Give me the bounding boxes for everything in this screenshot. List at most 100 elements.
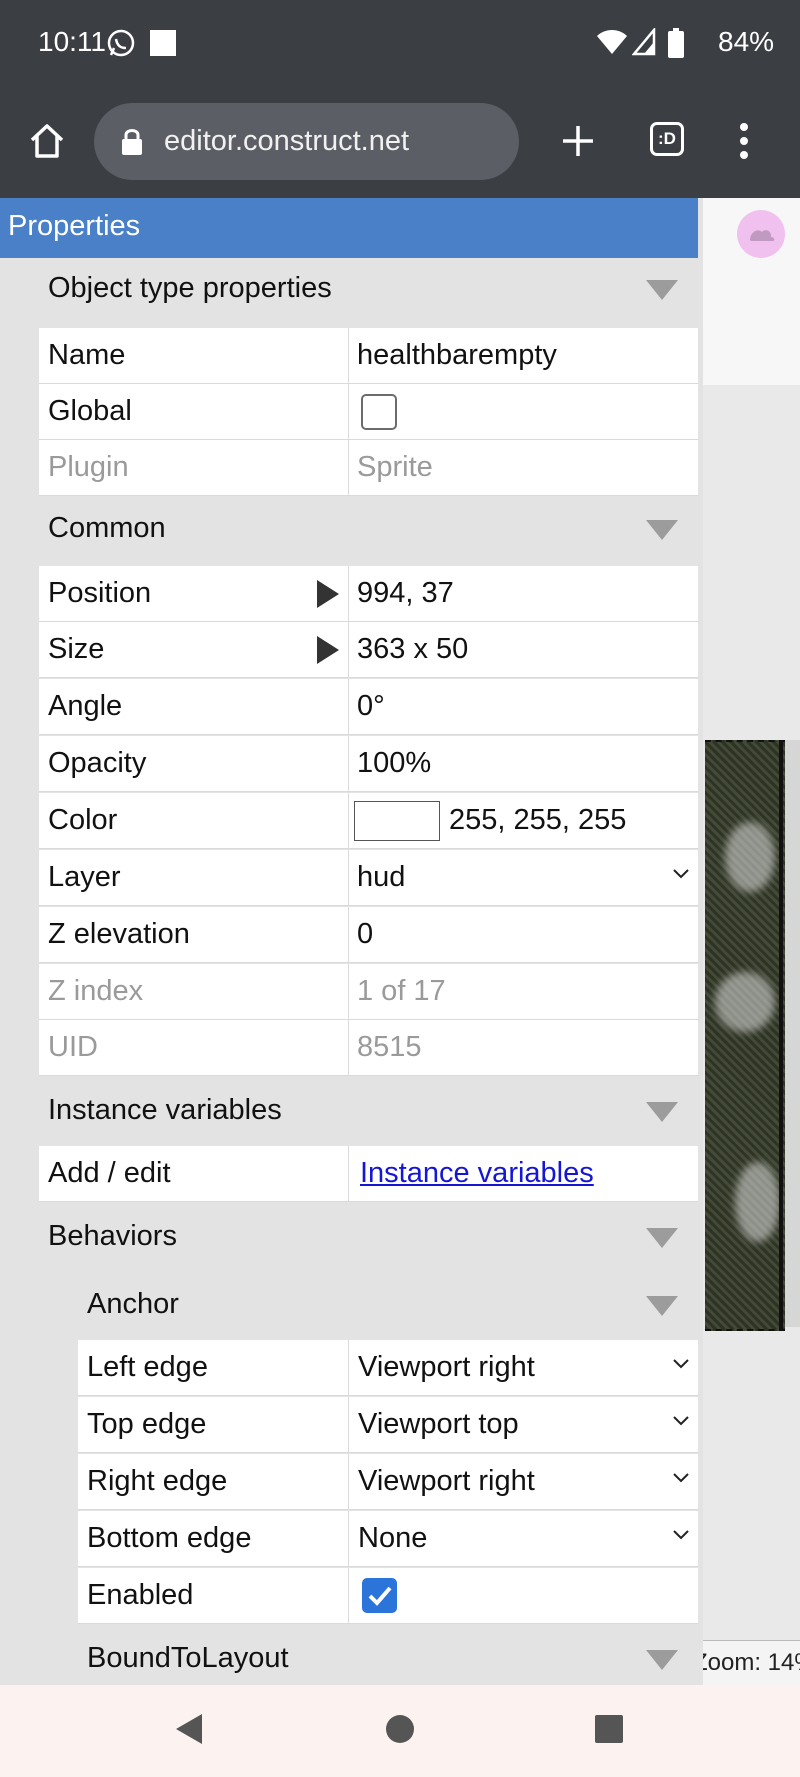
- sprite-texture: [715, 972, 775, 1032]
- prop-plugin: Plugin Sprite: [39, 440, 698, 496]
- more-menu-icon[interactable]: [738, 122, 750, 160]
- global-checkbox[interactable]: [361, 394, 397, 430]
- chevron-down-icon[interactable]: [672, 1415, 690, 1427]
- prop-label: Size: [48, 633, 105, 665]
- lock-icon: [122, 129, 142, 155]
- checkmark-icon: [368, 1586, 392, 1606]
- prop-right-edge[interactable]: Right edge Viewport right: [78, 1454, 698, 1510]
- panel-title: Properties: [0, 198, 698, 258]
- column-divider: [348, 1340, 349, 1396]
- browser-toolbar: editor.construct.net :D: [0, 90, 800, 198]
- prop-color[interactable]: Color 255, 255, 255: [39, 793, 698, 849]
- column-divider: [348, 907, 349, 963]
- layer-select[interactable]: hud: [357, 861, 405, 894]
- prop-label: Plugin: [48, 451, 129, 483]
- properties-panel: Properties Object type properties Name h…: [0, 198, 698, 1685]
- wifi-icon: [597, 30, 627, 54]
- sprite-texture: [725, 822, 775, 892]
- tab-switcher-label: :D: [658, 129, 676, 148]
- column-divider: [348, 622, 349, 678]
- section-header: Common: [48, 512, 166, 544]
- left-edge-select[interactable]: Viewport right: [358, 1351, 535, 1384]
- bottom-edge-select[interactable]: None: [358, 1522, 427, 1555]
- section-bound-to-layout[interactable]: BoundToLayout: [87, 1628, 698, 1685]
- back-icon[interactable]: [174, 1712, 204, 1746]
- prop-top-edge[interactable]: Top edge Viewport top: [78, 1397, 698, 1453]
- prop-bottom-edge[interactable]: Bottom edge None: [78, 1511, 698, 1567]
- sprite-shadow: [785, 740, 800, 1327]
- cloud-save-icon[interactable]: [737, 210, 785, 258]
- section-header: Instance variables: [48, 1094, 282, 1126]
- prop-label: Opacity: [48, 747, 147, 779]
- prop-label: Top edge: [87, 1408, 207, 1440]
- prop-value[interactable]: 100%: [357, 747, 431, 780]
- section-behaviors[interactable]: Behaviors: [48, 1206, 698, 1266]
- section-header: Anchor: [87, 1288, 179, 1320]
- section-anchor[interactable]: Anchor: [87, 1274, 698, 1334]
- address-bar[interactable]: editor.construct.net: [94, 103, 519, 180]
- expand-arrow-icon[interactable]: [317, 580, 339, 608]
- prop-label: Add / edit: [48, 1157, 171, 1189]
- prop-value[interactable]: healthbarempty: [357, 339, 557, 372]
- section-object-type[interactable]: Object type properties: [48, 258, 698, 318]
- healthbar-sprite[interactable]: [705, 740, 785, 1331]
- prop-label: Z elevation: [48, 918, 190, 950]
- column-divider: [348, 440, 349, 496]
- collapse-icon[interactable]: [646, 280, 678, 300]
- enabled-checkbox[interactable]: [362, 1578, 397, 1613]
- cell-signal-icon: [632, 28, 656, 56]
- chevron-down-icon[interactable]: [672, 868, 690, 880]
- column-divider: [348, 1397, 349, 1453]
- collapse-icon[interactable]: [646, 520, 678, 540]
- prop-value[interactable]: 363 x 50: [357, 633, 468, 666]
- prop-global: Global: [39, 384, 698, 440]
- system-nav-bar: [0, 1685, 800, 1777]
- prop-z-elevation[interactable]: Z elevation 0: [39, 907, 698, 963]
- chevron-down-icon[interactable]: [672, 1472, 690, 1484]
- prop-opacity[interactable]: Opacity 100%: [39, 736, 698, 792]
- prop-value[interactable]: 0: [357, 918, 373, 951]
- zoom-indicator: Zoom: 14%: [703, 1640, 800, 1685]
- prop-label: Angle: [48, 690, 123, 722]
- prop-z-index: Z index 1 of 17: [39, 964, 698, 1020]
- cloud-icon: [750, 230, 775, 241]
- prop-layer[interactable]: Layer hud: [39, 850, 698, 906]
- new-tab-icon[interactable]: [561, 124, 595, 158]
- instance-variables-link[interactable]: Instance variables: [360, 1157, 594, 1190]
- column-divider: [348, 793, 349, 849]
- prop-position[interactable]: Position 994, 37: [39, 566, 698, 622]
- section-common[interactable]: Common: [48, 498, 698, 558]
- prop-value[interactable]: 994, 37: [357, 577, 454, 610]
- prop-label: Z index: [48, 975, 144, 1007]
- expand-arrow-icon[interactable]: [317, 636, 339, 664]
- collapse-icon[interactable]: [646, 1228, 678, 1248]
- prop-size[interactable]: Size 363 x 50: [39, 622, 698, 678]
- prop-label: Color: [48, 804, 118, 836]
- prop-angle[interactable]: Angle 0°: [39, 679, 698, 735]
- top-edge-select[interactable]: Viewport top: [358, 1408, 519, 1441]
- prop-add-edit: Add / edit Instance variables: [39, 1146, 698, 1202]
- prop-left-edge[interactable]: Left edge Viewport right: [78, 1340, 698, 1396]
- collapse-icon[interactable]: [646, 1650, 678, 1670]
- prop-value[interactable]: 255, 255, 255: [449, 804, 626, 837]
- collapse-icon[interactable]: [646, 1102, 678, 1122]
- color-swatch[interactable]: [354, 801, 440, 841]
- recents-icon[interactable]: [594, 1712, 624, 1746]
- prop-label: Left edge: [87, 1351, 208, 1383]
- prop-value: 8515: [357, 1031, 422, 1063]
- home-circle-icon[interactable]: [385, 1712, 415, 1746]
- column-divider: [348, 964, 349, 1020]
- section-header: Behaviors: [48, 1220, 177, 1252]
- notification-square-icon: [150, 30, 176, 56]
- prop-name[interactable]: Name healthbarempty: [39, 328, 698, 384]
- prop-value: 1 of 17: [357, 975, 446, 1007]
- collapse-icon[interactable]: [646, 1296, 678, 1316]
- chevron-down-icon[interactable]: [672, 1358, 690, 1370]
- prop-value[interactable]: 0°: [357, 690, 385, 723]
- sprite-edge: [779, 742, 783, 1329]
- right-edge-select[interactable]: Viewport right: [358, 1465, 535, 1498]
- chevron-down-icon[interactable]: [672, 1529, 690, 1541]
- home-icon[interactable]: [28, 122, 66, 160]
- tab-switcher-icon[interactable]: :D: [650, 122, 684, 156]
- section-instance-variables[interactable]: Instance variables: [48, 1080, 698, 1140]
